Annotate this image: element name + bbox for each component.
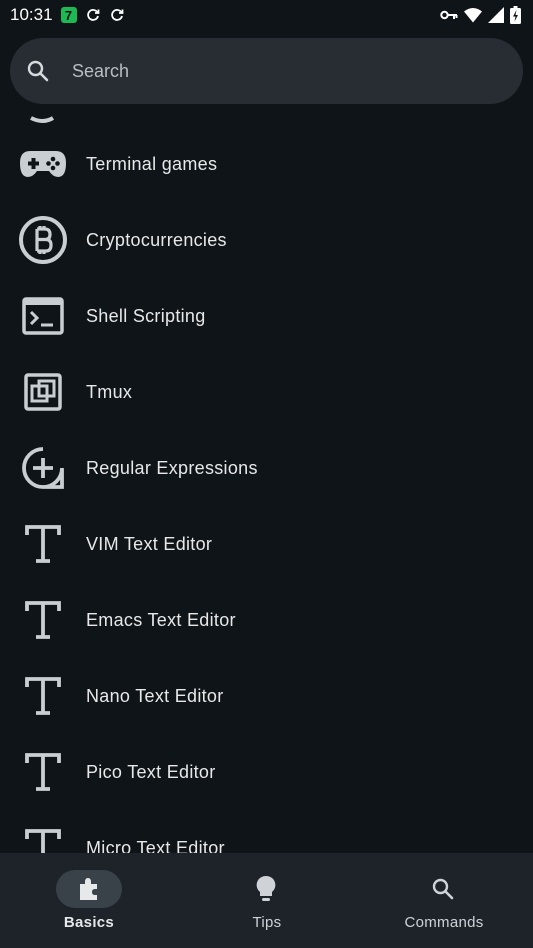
gamepad-icon — [18, 139, 68, 189]
text-t-icon — [18, 747, 68, 797]
vpn-key-icon — [440, 10, 458, 20]
list-item-label: Shell Scripting — [86, 305, 206, 326]
list-item-regular-expressions[interactable]: Regular Expressions — [0, 430, 533, 506]
nav-item-tips[interactable]: Tips — [178, 853, 356, 948]
list-item-shell-scripting[interactable]: Shell Scripting — [0, 278, 533, 354]
lightbulb-icon — [252, 875, 280, 903]
clock: 10:31 — [10, 5, 53, 24]
text-t-icon — [18, 519, 68, 569]
list-item-tmux[interactable]: Tmux — [0, 354, 533, 430]
wifi-icon — [464, 8, 482, 23]
search-icon — [27, 60, 49, 82]
notification-badge: 7 — [60, 7, 77, 23]
nav-item-commands[interactable]: Commands — [355, 853, 533, 948]
terminal-icon — [18, 291, 68, 341]
list-item-label: Nano Text Editor — [86, 685, 224, 706]
puzzle-icon — [75, 875, 103, 903]
list-item-label: Terminal games — [86, 153, 218, 174]
battery-icon — [510, 6, 521, 24]
search-icon — [429, 875, 457, 903]
list-item-label: Tmux — [86, 381, 133, 402]
nav-label: Commands — [404, 914, 484, 931]
text-t-icon — [18, 823, 68, 853]
category-list: Terminal games Cryptocurrencies Shell Sc… — [0, 104, 533, 853]
sync-icon — [110, 9, 123, 21]
status-bar: 10:31 7 — [0, 0, 533, 30]
list-item-label: Emacs Text Editor — [86, 609, 236, 630]
list-item-label: Cryptocurrencies — [86, 229, 227, 250]
list-item-cryptocurrencies[interactable]: Cryptocurrencies — [0, 202, 533, 278]
list-item-label: Pico Text Editor — [86, 761, 216, 782]
nav-label: Basics — [63, 914, 115, 931]
list-item-micro[interactable]: Micro Text Editor — [0, 810, 533, 853]
list-item-label: VIM Text Editor — [86, 533, 213, 554]
tmux-icon — [18, 367, 68, 417]
search-input[interactable] — [70, 59, 474, 83]
status-left: 10:31 7 — [10, 5, 125, 25]
nav-item-basics[interactable]: Basics — [0, 853, 178, 948]
text-t-icon — [18, 595, 68, 645]
signal-icon — [488, 7, 504, 23]
list-item-vim[interactable]: VIM Text Editor — [0, 506, 533, 582]
nav-label: Tips — [252, 914, 282, 931]
sync-icon — [86, 9, 99, 21]
status-right — [440, 6, 521, 24]
list-item-terminal-games[interactable]: Terminal games — [0, 126, 533, 202]
plus-circle-icon — [18, 443, 68, 493]
list-item-pico[interactable]: Pico Text Editor — [0, 734, 533, 810]
bitcoin-icon — [18, 215, 68, 265]
list-item-label: Micro Text Editor — [86, 837, 225, 854]
list-item-nano[interactable]: Nano Text Editor — [0, 658, 533, 734]
list-item-label: Regular Expressions — [86, 457, 258, 478]
text-t-icon — [18, 671, 68, 721]
list-item-emacs[interactable]: Emacs Text Editor — [0, 582, 533, 658]
bottom-navigation: Basics Tips Commands — [0, 853, 533, 948]
search-bar[interactable] — [10, 38, 523, 104]
